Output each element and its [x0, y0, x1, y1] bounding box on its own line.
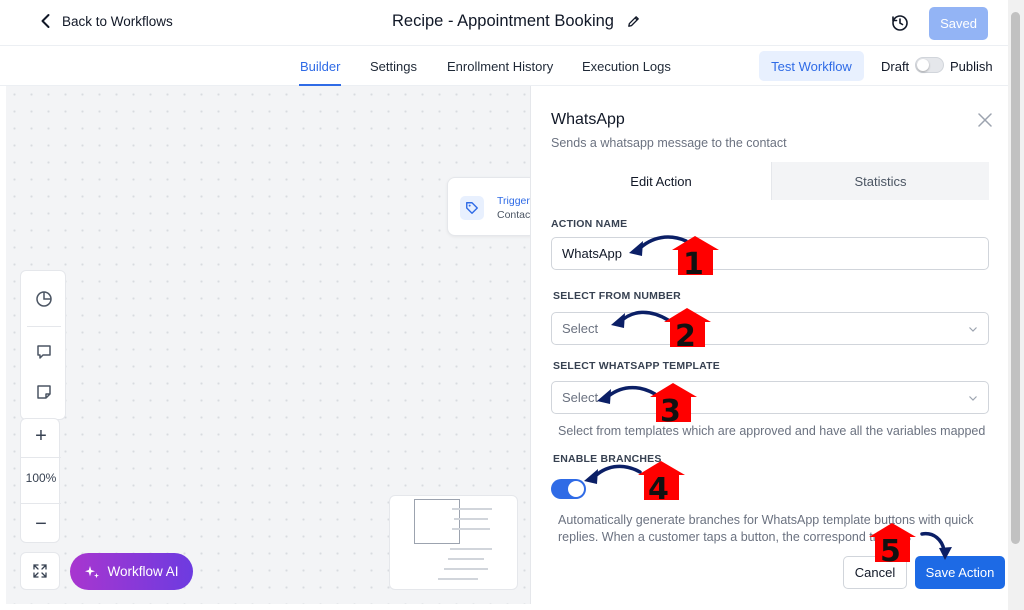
enable-branches-label: ENABLE BRANCHES	[553, 453, 662, 465]
pencil-icon[interactable]	[626, 14, 641, 29]
zoom-divider	[21, 503, 61, 504]
minimap-node	[438, 578, 478, 580]
minimap-node	[444, 568, 488, 570]
canvas-toolbox	[20, 270, 66, 420]
minimap-viewport[interactable]	[414, 499, 460, 544]
minimap-node	[448, 558, 484, 560]
fit-view-button[interactable]	[20, 552, 60, 590]
trigger-subtitle: Contac	[497, 209, 531, 221]
tab-enrollment-history[interactable]: Enrollment History	[447, 59, 553, 74]
comment-icon[interactable]	[34, 342, 54, 362]
zoom-divider	[21, 457, 61, 458]
top-bar: Back to Workflows Recipe - Appointment B…	[0, 0, 1024, 46]
chevron-left-icon	[41, 14, 50, 28]
close-icon[interactable]	[978, 113, 992, 127]
minimap-node	[454, 518, 488, 520]
panel-title: WhatsApp	[551, 111, 625, 128]
from-number-select[interactable]: Select	[551, 312, 989, 345]
back-to-workflows-link[interactable]: Back to Workflows	[38, 13, 173, 29]
template-select[interactable]: Select	[551, 381, 989, 414]
branches-description: Automatically generate branches for What…	[558, 512, 988, 546]
back-label: Back to Workflows	[62, 13, 173, 29]
action-panel: WhatsApp Sends a whatsapp message to the…	[530, 86, 1008, 604]
zoom-in-button[interactable]: +	[21, 421, 61, 451]
action-name-label: ACTION NAME	[551, 218, 628, 230]
minimap-node	[452, 508, 492, 510]
test-workflow-button[interactable]: Test Workflow	[759, 51, 864, 81]
minimap[interactable]	[389, 495, 518, 590]
minimap-node	[450, 548, 492, 550]
tab-builder[interactable]: Builder	[300, 59, 340, 74]
zoom-out-button[interactable]: −	[21, 509, 61, 539]
tab-edit-action[interactable]: Edit Action	[551, 162, 771, 200]
draft-label: Draft	[881, 59, 910, 74]
tag-icon	[460, 196, 484, 220]
saved-button[interactable]: Saved	[929, 7, 988, 40]
zoom-controls: + 100% −	[20, 418, 61, 543]
tab-statistics[interactable]: Statistics	[771, 162, 989, 200]
chevron-down-icon	[969, 327, 977, 332]
cancel-button[interactable]: Cancel	[843, 556, 907, 589]
minimap-node	[452, 528, 490, 530]
trigger-node[interactable]: Trigger Contac	[447, 177, 537, 236]
sticky-note-icon[interactable]	[34, 382, 54, 402]
pie-chart-icon[interactable]	[34, 289, 54, 309]
history-icon[interactable]	[890, 13, 910, 33]
branches-description-text: Automatically generate branches for What…	[558, 513, 974, 544]
sparkle-icon	[85, 565, 100, 578]
tab-execution-logs[interactable]: Execution Logs	[582, 59, 671, 74]
publish-label: Publish	[950, 59, 993, 74]
workflow-ai-button[interactable]: Workflow AI	[70, 553, 193, 590]
chevron-down-icon	[969, 396, 977, 401]
zoom-level: 100%	[25, 471, 57, 485]
trigger-title: Trigger	[497, 195, 530, 207]
toolbox-divider	[27, 326, 61, 327]
branches-description-tail: triggers	[869, 530, 911, 544]
tab-settings[interactable]: Settings	[370, 59, 417, 74]
panel-subtitle: Sends a whatsapp message to the contact	[551, 136, 787, 150]
scrollbar-thumb[interactable]	[1011, 12, 1020, 544]
tab-bar: Builder Settings Enrollment History Exec…	[0, 46, 1024, 86]
workflow-title: Recipe - Appointment Booking	[392, 12, 641, 31]
template-label: SELECT WHATSAPP TEMPLATE	[553, 360, 720, 372]
expand-icon	[33, 564, 47, 578]
from-number-placeholder: Select	[562, 321, 599, 336]
publish-toggle[interactable]	[915, 57, 944, 73]
enable-branches-toggle[interactable]	[551, 479, 586, 499]
action-name-input[interactable]	[551, 237, 989, 270]
save-action-button[interactable]: Save Action	[915, 556, 1005, 589]
template-help-text: Select from templates which are approved…	[558, 424, 986, 438]
from-number-label: SELECT FROM NUMBER	[553, 290, 681, 302]
template-placeholder: Select	[562, 390, 599, 405]
workflow-title-text: Recipe - Appointment Booking	[392, 12, 614, 30]
workflow-ai-label: Workflow AI	[107, 564, 179, 579]
